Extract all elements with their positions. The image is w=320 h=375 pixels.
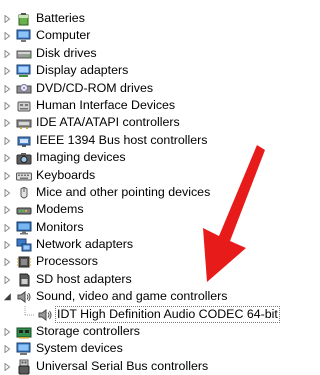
tree-node-idt-audio-codec[interactable]: IDT High Definition Audio CODEC 64-bit [0,305,280,324]
computer-icon [16,28,32,44]
tree-node-ieee-1394-controllers[interactable]: IEEE 1394 Bus host controllers [0,132,268,149]
tree-node-network-adapters[interactable]: Network adapters [0,236,268,253]
tree-node-storage-controllers[interactable]: Storage controllers [0,323,268,340]
tree-node-label: Keyboards [36,167,96,182]
tree-node-modems[interactable]: Modems [0,201,268,218]
dvd-drive-icon [16,81,32,97]
tree-node-label: Mice and other pointing devices [36,184,211,199]
expand-arrow-icon[interactable] [4,119,11,128]
expand-arrow-icon[interactable] [4,188,11,197]
system-device-icon [16,341,32,357]
camera-icon [16,150,32,166]
tree-node-label: Human Interface Devices [36,97,176,112]
sd-adapter-icon [16,272,32,288]
expand-arrow-icon[interactable] [4,136,11,145]
ide-controller-icon [16,115,32,131]
tree-connector [24,305,36,323]
tree-node-label: Network adapters [36,237,134,252]
tree-node-processors[interactable]: Processors [0,253,268,270]
expand-arrow-icon[interactable] [4,362,11,371]
tree-node-ide-controllers[interactable]: IDE ATA/ATAPI controllers [0,114,268,131]
tree-node-label: IDE ATA/ATAPI controllers [36,115,180,130]
tree-node-label: Sound, video and game controllers [36,289,228,304]
expand-arrow-icon[interactable] [4,223,11,232]
tree-node-label: Storage controllers [36,324,140,339]
tree-node-label: IDT High Definition Audio CODEC 64-bit [55,305,280,324]
expand-arrow-icon[interactable] [4,154,11,163]
expand-arrow-icon[interactable] [4,84,11,93]
expand-arrow-icon[interactable] [4,32,11,41]
tree-node-computer[interactable]: Computer [0,27,268,44]
tree-node-disk-drives[interactable]: Disk drives [0,45,268,62]
usb-icon [16,359,32,375]
collapse-arrow-icon[interactable] [4,293,11,301]
expand-arrow-icon[interactable] [4,101,11,110]
tree-node-sound-video-game[interactable]: Sound, video and game controllers [0,288,268,305]
tree-node-label: DVD/CD-ROM drives [36,80,154,95]
expand-arrow-icon[interactable] [4,328,11,337]
tree-node-label: Processors [36,254,98,269]
expand-arrow-icon[interactable] [4,241,11,250]
tree-node-mice[interactable]: Mice and other pointing devices [0,184,268,201]
tree-node-imaging-devices[interactable]: Imaging devices [0,149,268,166]
network-adapter-icon [16,237,32,253]
expand-arrow-icon[interactable] [4,15,11,23]
tree-node-label: Computer [36,28,91,43]
tree-node-label: Universal Serial Bus controllers [36,358,209,373]
monitor-icon [16,220,32,236]
battery-icon [16,11,32,27]
tree-node-label: Modems [36,202,84,217]
expand-arrow-icon[interactable] [4,206,11,215]
storage-controller-icon [16,324,32,340]
speaker-icon [16,289,32,305]
tree-node-dvd-drives[interactable]: DVD/CD-ROM drives [0,80,268,97]
tree-node-label: IEEE 1394 Bus host controllers [36,132,208,147]
keyboard-icon [16,168,32,184]
tree-node-display-adapters[interactable]: Display adapters [0,62,268,79]
expand-arrow-icon[interactable] [4,67,11,76]
tree-node-human-interface-devices[interactable]: Human Interface Devices [0,97,268,114]
hid-icon [16,98,32,114]
expand-arrow-icon[interactable] [4,49,11,58]
tree-node-sd-host-adapters[interactable]: SD host adapters [0,271,268,288]
tree-node-label: SD host adapters [36,271,132,286]
mouse-icon [16,185,32,201]
tree-node-label: Monitors [36,219,84,234]
tree-node-system-devices[interactable]: System devices [0,340,268,357]
expand-arrow-icon[interactable] [4,258,11,267]
device-tree: Batteries Computer Disk drives Display a… [0,10,280,375]
tree-node-label: Imaging devices [36,150,126,165]
display-adapter-icon [16,63,32,79]
tree-node-keyboards[interactable]: Keyboards [0,167,268,184]
tree-node-label: System devices [36,341,123,356]
processor-icon [16,254,32,270]
firewire-icon [16,133,32,149]
tree-node-monitors[interactable]: Monitors [0,219,268,236]
modem-icon [16,202,32,218]
expand-arrow-icon[interactable] [4,275,11,284]
audio-device-icon [37,307,53,323]
tree-node-label: Batteries [36,11,85,25]
tree-node-label: Disk drives [36,45,97,60]
tree-node-label: Display adapters [36,63,129,78]
expand-arrow-icon[interactable] [4,171,11,180]
tree-node-usb-controllers[interactable]: Universal Serial Bus controllers [0,358,268,375]
disk-drive-icon [16,46,32,62]
expand-arrow-icon[interactable] [4,345,11,354]
tree-node-batteries[interactable]: Batteries [0,10,268,27]
